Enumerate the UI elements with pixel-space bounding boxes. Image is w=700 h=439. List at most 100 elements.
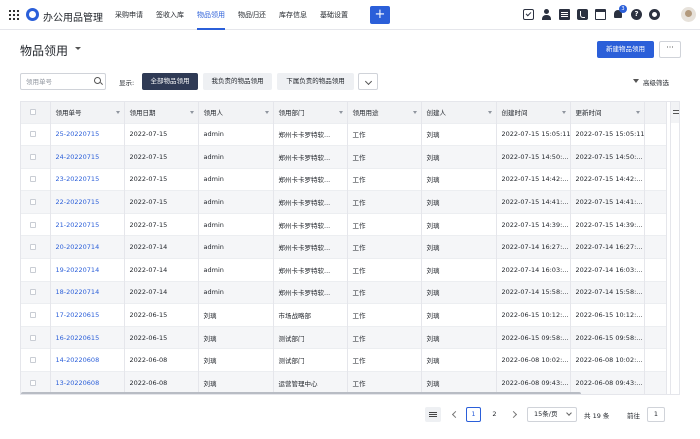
app-grid-icon[interactable]: [9, 10, 19, 20]
sort-caret-icon[interactable]: [115, 111, 120, 114]
nav-item-0[interactable]: 采购申请: [115, 0, 143, 30]
requisition-number-link[interactable]: 19-20220714: [50, 258, 125, 282]
row-checkbox[interactable]: [30, 266, 36, 273]
table-row[interactable]: 14-20220608 2022-06-08 刘璃 测试部门 工作 刘璃 2022-06-0…: [21, 348, 667, 372]
row-checkbox[interactable]: [30, 357, 36, 364]
row-checkbox[interactable]: [30, 176, 36, 183]
settings-gear-icon[interactable]: [649, 9, 660, 20]
search-icon[interactable]: [94, 77, 101, 84]
search-input[interactable]: [21, 74, 91, 89]
user-icon[interactable]: [541, 9, 552, 20]
segment-all[interactable]: 全部物品领用: [142, 73, 198, 90]
requisition-number-link[interactable]: 18-20220714: [50, 280, 125, 304]
nav-item-4[interactable]: 库存信息: [279, 0, 307, 30]
table-row[interactable]: 23-20220715 2022-07-15 admin 郑州卡卡罗特软... 工作 刘璃…: [21, 167, 667, 191]
column-header-label: 领用部门: [278, 109, 305, 118]
advanced-filter-link[interactable]: 高级筛选: [633, 77, 669, 87]
table-row[interactable]: 20-20220714 2022-07-14 admin 郑州卡卡罗特软... 工作 刘璃…: [21, 235, 667, 259]
column-header[interactable]: 领用部门: [273, 102, 348, 123]
row-checkbox[interactable]: [30, 244, 36, 251]
calendar-icon[interactable]: [595, 9, 606, 20]
segment-more-dropdown[interactable]: [358, 73, 378, 90]
row-checkbox[interactable]: [30, 289, 36, 296]
table-body: 25-20220715 2022-07-15 admin 郑州卡卡罗特软... 工作 刘璃…: [21, 122, 667, 394]
column-settings[interactable]: [670, 102, 679, 394]
sort-caret-icon[interactable]: [635, 111, 640, 114]
requisition-number-link[interactable]: 23-20220715: [50, 167, 125, 191]
sort-caret-icon[interactable]: [412, 111, 417, 114]
select-all-checkbox[interactable]: [30, 109, 36, 116]
nav-item-1[interactable]: 签收入库: [156, 0, 184, 30]
user-avatar[interactable]: [681, 7, 696, 22]
requisition-number-link[interactable]: 17-20220615: [50, 303, 125, 327]
row-checkbox[interactable]: [30, 131, 36, 138]
table-row[interactable]: 16-20220615 2022-06-15 刘璃 测试部门 工作 刘璃 2022-06-1…: [21, 325, 667, 349]
requisition-number-link[interactable]: 20-20220714: [50, 235, 125, 259]
table-cell: 刘璃: [421, 280, 497, 304]
table-cell: 工作: [347, 348, 422, 372]
new-requisition-button[interactable]: 新建物品领用: [597, 41, 654, 58]
table-cell: 工作: [347, 145, 422, 169]
page-2-button[interactable]: 2: [487, 407, 502, 422]
page-size-select[interactable]: 15条/页: [527, 407, 577, 422]
row-checkbox[interactable]: [30, 334, 36, 341]
goto-page-input[interactable]: 1: [647, 407, 665, 422]
row-checkbox[interactable]: [30, 199, 36, 206]
more-actions-button[interactable]: ···: [659, 41, 681, 58]
create-plus-button[interactable]: +: [370, 6, 390, 24]
requisition-number-link[interactable]: 22-20220715: [50, 190, 125, 214]
requisition-number-link[interactable]: 21-20220715: [50, 212, 125, 236]
title-dropdown-icon[interactable]: [75, 47, 81, 50]
table-row[interactable]: 22-20220715 2022-07-15 admin 郑州卡卡罗特软... 工作 刘璃…: [21, 190, 667, 214]
help-icon[interactable]: ?: [631, 9, 642, 20]
column-header[interactable]: 领用用途: [347, 102, 422, 123]
table-row[interactable]: 24-20220715 2022-07-15 admin 郑州卡卡罗特软... 工作 刘璃…: [21, 145, 667, 169]
sort-caret-icon[interactable]: [487, 111, 492, 114]
sort-caret-icon[interactable]: [189, 111, 194, 114]
segment-mine[interactable]: 我负责的物品领用: [203, 73, 272, 90]
row-checkbox[interactable]: [30, 380, 36, 387]
sort-caret-icon[interactable]: [338, 111, 343, 114]
table-cell: 2022-07-14: [124, 258, 199, 282]
requisition-number-link[interactable]: 13-20220608: [50, 371, 125, 394]
column-header[interactable]: 领用日期: [124, 102, 199, 123]
next-page-icon[interactable]: [508, 409, 518, 419]
column-header[interactable]: 更新时间: [570, 102, 645, 123]
horizontal-scrollbar[interactable]: [21, 392, 581, 394]
requisition-number-link[interactable]: 16-20220615: [50, 325, 125, 349]
row-checkbox[interactable]: [30, 153, 36, 160]
table-row[interactable]: 25-20220715 2022-07-15 admin 郑州卡卡罗特软... 工作 刘璃…: [21, 122, 667, 146]
column-header[interactable]: 创建人: [421, 102, 497, 123]
nav-item-5[interactable]: 基础设置: [320, 0, 348, 30]
document-icon[interactable]: [559, 9, 570, 20]
top-nav: 办公用品管理 采购申请 签收入库 物品领用 物品归还 库存信息 基础设置 + 3 ?: [0, 0, 700, 30]
table-row[interactable]: 13-20220608 2022-06-08 刘璃 运营管理中心 工作 刘璃 2022-06…: [21, 371, 667, 394]
nav-item-3[interactable]: 物品归还: [238, 0, 266, 30]
requisition-number-link[interactable]: 25-20220715: [50, 122, 125, 146]
column-header-label: 更新时间: [575, 109, 602, 118]
sort-caret-icon[interactable]: [264, 111, 269, 114]
page-1-button[interactable]: 1: [466, 407, 481, 422]
column-settings-icon[interactable]: [671, 102, 679, 123]
table-row[interactable]: 17-20220615 2022-06-15 刘璃 市场战略部 工作 刘璃 2022-06-…: [21, 303, 667, 327]
requisition-number-link[interactable]: 14-20220608: [50, 348, 125, 372]
row-checkbox[interactable]: [30, 221, 36, 228]
row-checkbox[interactable]: [30, 312, 36, 319]
requisition-number-link[interactable]: 24-20220715: [50, 145, 125, 169]
nav-item-2[interactable]: 物品领用: [197, 0, 225, 30]
table-cell: 工作: [347, 122, 422, 146]
prev-page-icon[interactable]: [450, 409, 460, 419]
table-row[interactable]: 18-20220714 2022-07-14 admin 郑州卡卡罗特软... 工作 刘璃…: [21, 280, 667, 304]
column-header[interactable]: 领用单号: [50, 102, 125, 123]
table-row[interactable]: 21-20220715 2022-07-15 admin 郑州卡卡罗特软... 工作 刘璃…: [21, 212, 667, 236]
notification-bell-icon[interactable]: 3: [613, 5, 627, 20]
segment-subordinates[interactable]: 下属负责的物品领用: [277, 73, 354, 90]
phone-icon[interactable]: [577, 9, 588, 20]
column-header[interactable]: 创建时间: [496, 102, 571, 123]
column-header[interactable]: 领用人: [198, 102, 274, 123]
sort-caret-icon[interactable]: [561, 111, 566, 114]
table-row[interactable]: 19-20220714 2022-07-14 admin 郑州卡卡罗特软... 工作 刘璃…: [21, 258, 667, 282]
task-check-icon[interactable]: [523, 9, 534, 20]
pagination-menu-icon[interactable]: [425, 407, 441, 422]
table-cell: 刘璃: [198, 325, 274, 349]
